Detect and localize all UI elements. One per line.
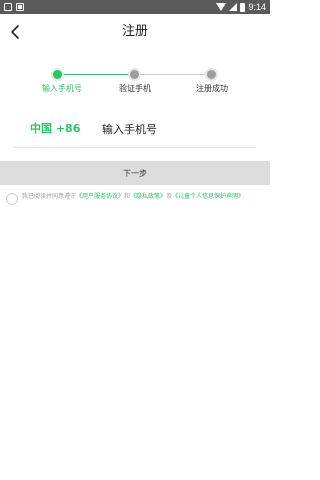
user-agreement-link[interactable]: 《用户服务协议》 bbox=[76, 193, 124, 200]
step-dot-register-success bbox=[207, 70, 216, 79]
step-line-2 bbox=[139, 74, 208, 75]
page-title: 注册 bbox=[121, 24, 148, 39]
step-label-verify-phone: 验证手机 bbox=[119, 84, 151, 93]
country-code[interactable]: 中国 +86 bbox=[30, 110, 80, 148]
agree-checkbox[interactable] bbox=[6, 193, 18, 205]
status-time: 9:14 bbox=[248, 2, 266, 12]
status-indicators: 9:14 bbox=[216, 0, 266, 14]
step-progress: 输入手机号 验证手机 注册成功 bbox=[0, 66, 270, 96]
agreement-text: 我已阅读并同意遵守《用户服务协议》和《隐私政策》及《儿童个人信息保护声明》 bbox=[22, 191, 262, 202]
step-label-register-success: 注册成功 bbox=[196, 84, 228, 93]
status-bar: 9:14 bbox=[0, 0, 270, 14]
step-line-1 bbox=[62, 74, 131, 75]
step-dot-verify-phone bbox=[130, 70, 139, 79]
step-label-input-phone: 输入手机号 bbox=[42, 84, 82, 93]
agreement-prefix: 我已阅读并同意遵守 bbox=[22, 193, 77, 200]
next-button[interactable]: 下一步 bbox=[0, 161, 270, 185]
phone-input[interactable] bbox=[102, 117, 252, 141]
app-notification-icon bbox=[16, 3, 24, 11]
battery-icon bbox=[240, 2, 246, 12]
step-dot-input-phone bbox=[53, 70, 62, 79]
privacy-policy-link[interactable]: 《隐私政策》 bbox=[130, 193, 166, 200]
signal-icon bbox=[229, 3, 238, 11]
notification-icon bbox=[4, 3, 12, 11]
phone-row: 中国 +86 bbox=[14, 110, 256, 148]
wifi-icon bbox=[216, 3, 227, 11]
header: 注册 bbox=[0, 14, 270, 50]
child-privacy-link[interactable]: 《儿童个人信息保护声明》 bbox=[172, 193, 244, 200]
